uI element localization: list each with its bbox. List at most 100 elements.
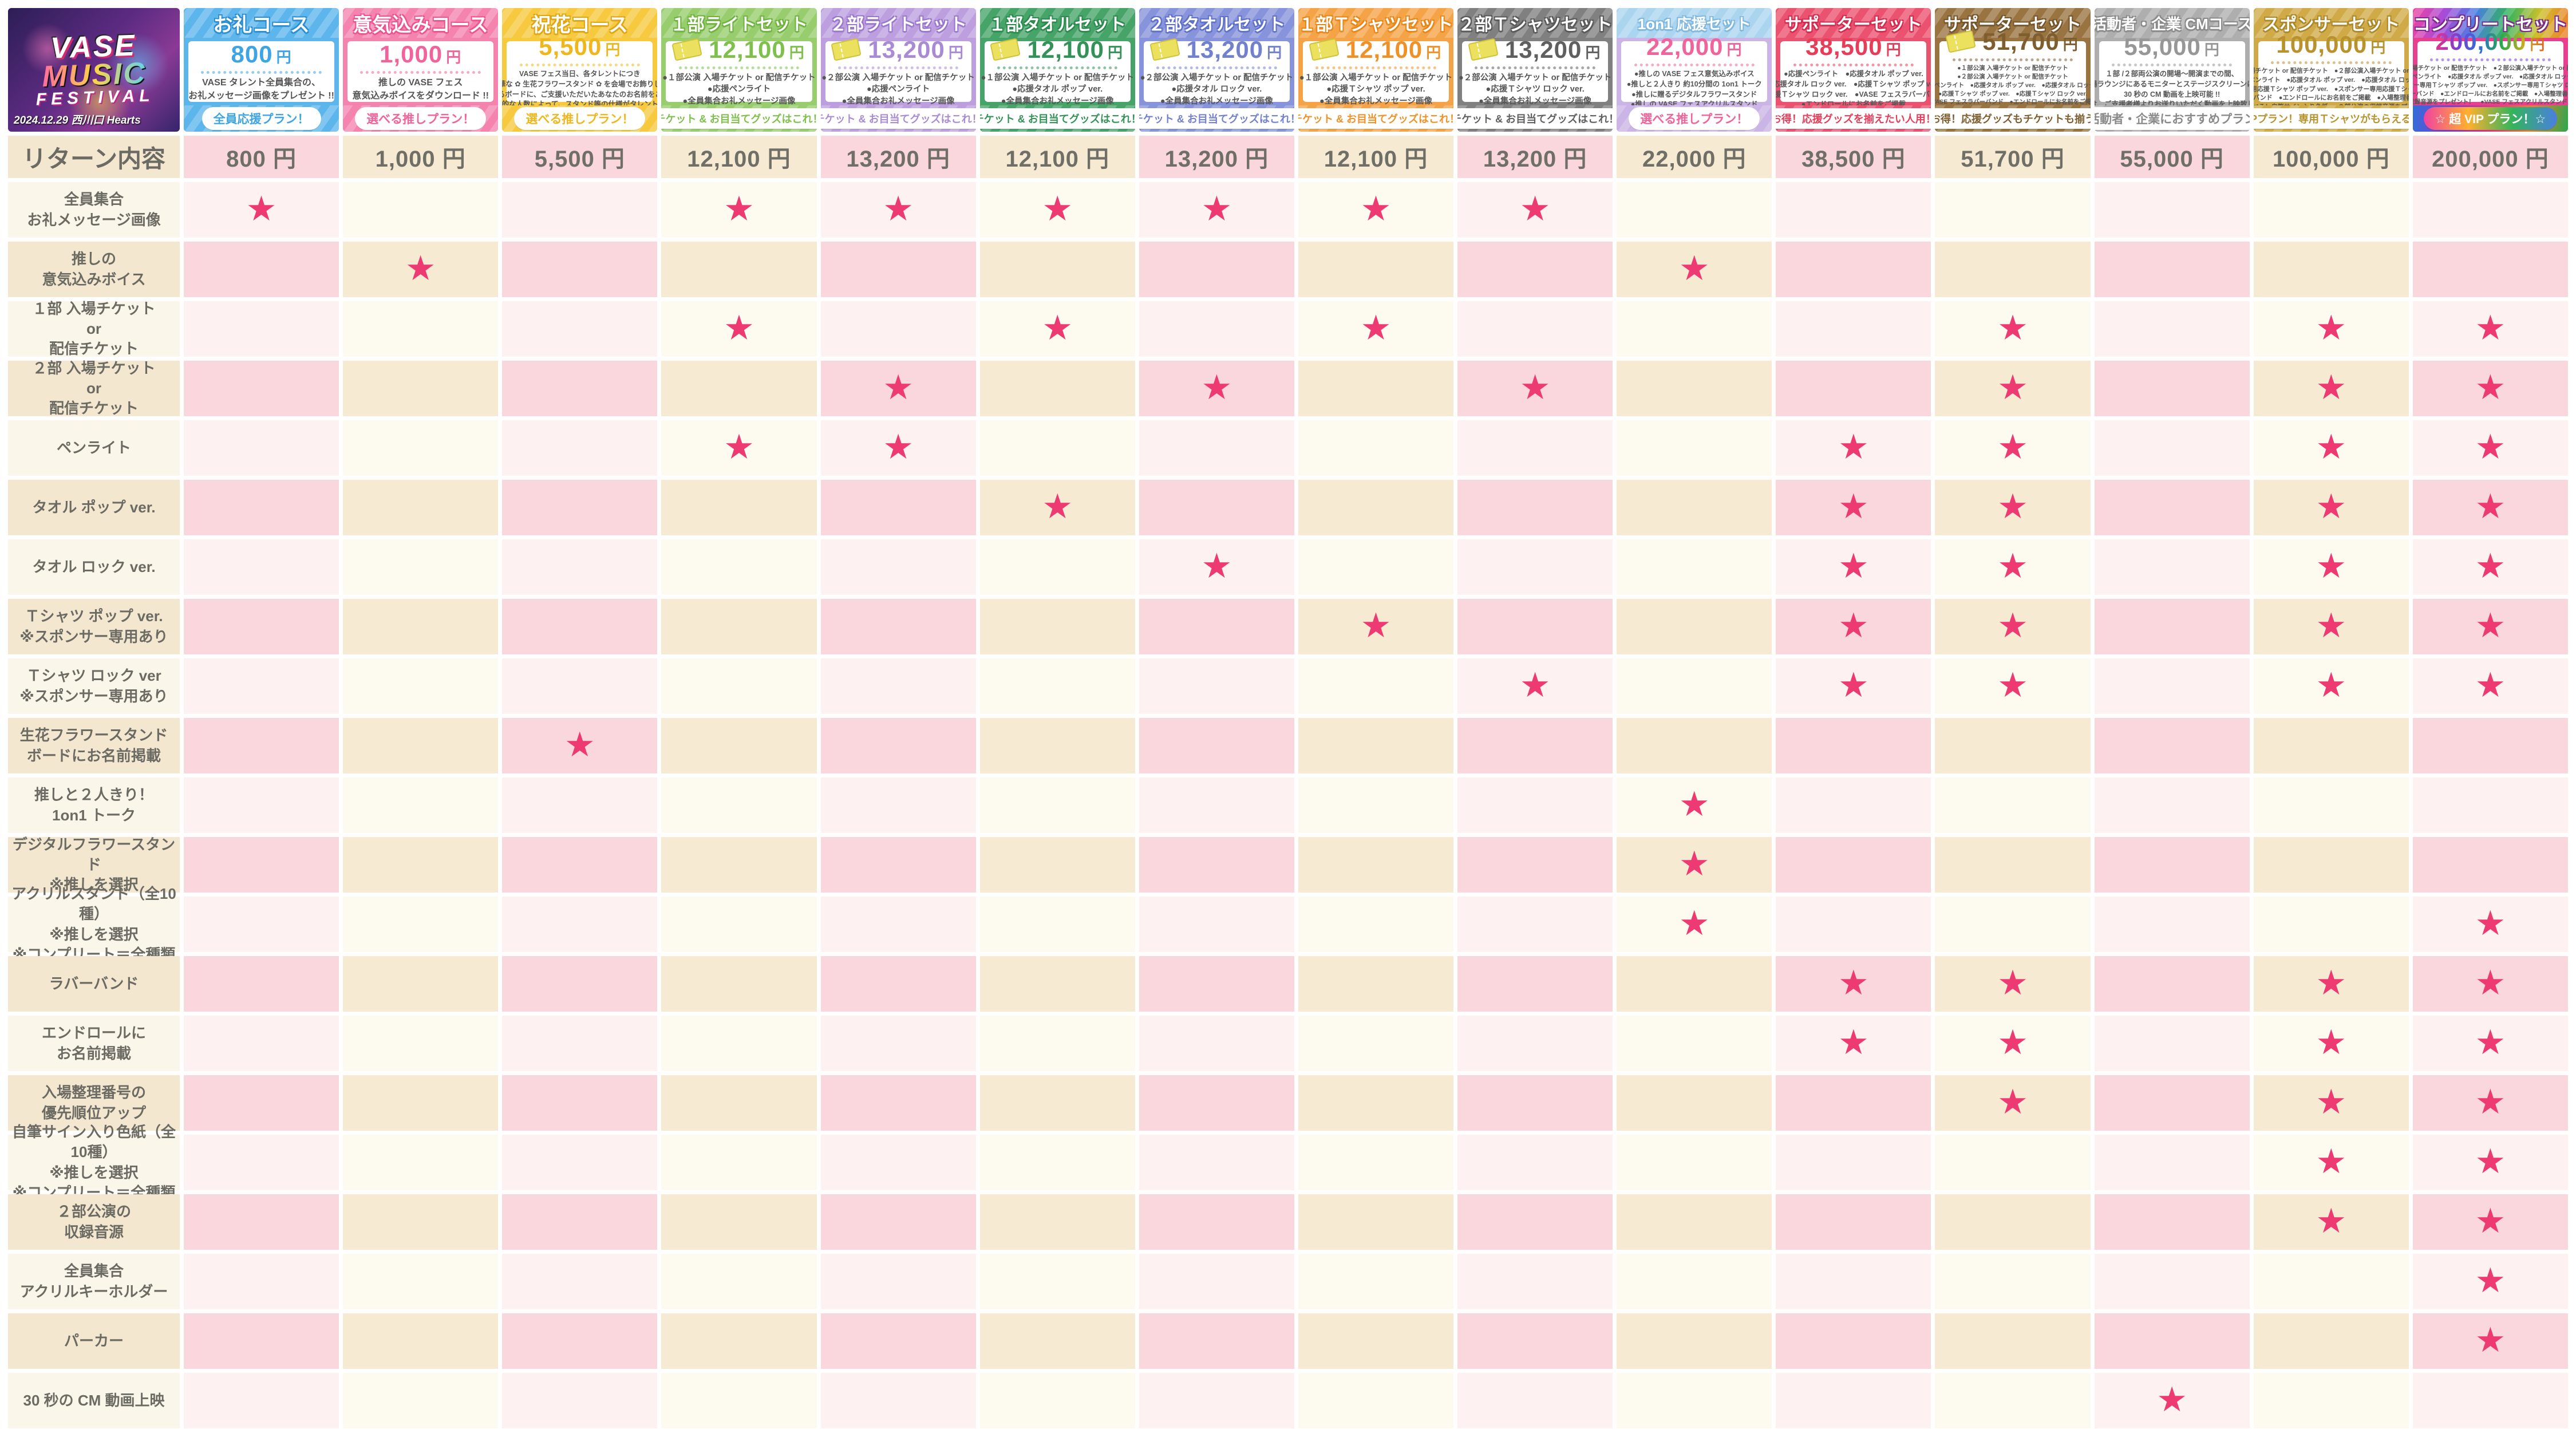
star-included-icon: ★ bbox=[1679, 251, 1710, 286]
matrix-cell bbox=[980, 420, 1135, 476]
matrix-cell bbox=[184, 599, 339, 654]
matrix-cell bbox=[502, 837, 657, 893]
plan-badge: VIPプラン！専用Ｔシャツがもらえる！ bbox=[2254, 108, 2409, 129]
matrix-cell bbox=[1776, 897, 1931, 952]
matrix-cell: ★ bbox=[1935, 599, 2090, 654]
matrix-cell: ★ bbox=[1298, 182, 1453, 238]
row-label: 全員集合 お礼メッセージ画像 bbox=[8, 182, 180, 238]
plan-price-line: 55,000円 bbox=[2124, 33, 2219, 61]
matrix-cell bbox=[1776, 361, 1931, 416]
matrix-cell bbox=[1457, 777, 1613, 833]
price-header-cell: 51,700 円 bbox=[1935, 136, 2090, 178]
matrix-cell: ★ bbox=[2254, 301, 2409, 357]
matrix-cell bbox=[1617, 480, 1772, 535]
plan-description-line: 一際豪華な ✿ 生花フラワースタンド ✿ を会場でお飾りします！ bbox=[502, 80, 657, 90]
matrix-cell bbox=[502, 242, 657, 297]
star-included-icon: ★ bbox=[1201, 549, 1232, 583]
row-label: 自筆サイン入り色紙（全10種） ※推しを選択 ※コンプリート＝全種類 bbox=[8, 1135, 180, 1190]
matrix-cell bbox=[1617, 1135, 1772, 1190]
row-label: ２部公演の 収録音源 bbox=[8, 1194, 180, 1250]
star-included-icon: ★ bbox=[2316, 1204, 2346, 1238]
plan-price-yen: 円 bbox=[2063, 36, 2079, 53]
plan-card-body: 200,000円●１部公演入場チケット or 配信チケット ●２部公演入場チケッ… bbox=[2417, 41, 2563, 102]
star-included-icon: ★ bbox=[2475, 1323, 2506, 1357]
plan-card-body: 1,000円推しの VASE フェス意気込みボイスをダウンロード !! bbox=[347, 41, 493, 102]
matrix-cell bbox=[661, 658, 816, 714]
ticket-icon bbox=[672, 38, 702, 61]
plan-price-yen: 円 bbox=[1426, 44, 1441, 61]
matrix-cell bbox=[980, 1135, 1135, 1190]
plan-badge: 選べる推しプラン！ bbox=[514, 107, 645, 130]
matrix-cell bbox=[2095, 897, 2250, 952]
plan-title-banner: 意気込みコース bbox=[343, 8, 498, 38]
plan-description-line: ●１部公演入場チケット or 配信チケット ●２部公演入場チケット or 配信チ… bbox=[2254, 67, 2409, 76]
plan-badge: チケット & お目当てグッズはこれ！ bbox=[1298, 108, 1453, 129]
matrix-cell bbox=[502, 1075, 657, 1131]
matrix-cell bbox=[343, 182, 498, 238]
row-label: タオル ロック ver. bbox=[8, 539, 180, 595]
matrix-cell bbox=[1935, 897, 2090, 952]
dotted-divider bbox=[679, 66, 799, 69]
matrix-cell: ★ bbox=[2413, 1254, 2568, 1309]
matrix-cell bbox=[343, 480, 498, 535]
star-included-icon: ★ bbox=[2475, 311, 2506, 345]
matrix-cell bbox=[1457, 1016, 1613, 1071]
dotted-divider bbox=[520, 64, 640, 66]
plan-title: ２部タオルセット bbox=[1148, 10, 1285, 35]
row-label: 推しの 意気込みボイス bbox=[8, 242, 180, 297]
matrix-cell bbox=[661, 480, 816, 535]
matrix-cell bbox=[1139, 1194, 1294, 1250]
matrix-cell: ★ bbox=[2254, 1075, 2409, 1131]
plan-description-line: ●推しと２人きり 約10分間の 1on1 トーク bbox=[1627, 80, 1762, 90]
plan-description-line: ●１部公演入場チケット or 配信チケット ●２部公演入場チケット or 配信チ… bbox=[2413, 64, 2568, 73]
plan-title-banner: ２部タオルセット bbox=[1139, 8, 1294, 38]
matrix-cell: ★ bbox=[1617, 242, 1772, 297]
row-label: タオル ポップ ver. bbox=[8, 480, 180, 535]
matrix-cell bbox=[1935, 777, 2090, 833]
matrix-cell bbox=[1298, 777, 1453, 833]
matrix-cell bbox=[1935, 1135, 2090, 1190]
row-label: ラバーバンド bbox=[8, 956, 180, 1012]
plan-card-7: ２部タオルセット13,200円●２部公演 入場チケット or 配信チケット●応援… bbox=[1139, 8, 1294, 132]
plan-title-banner: ２部ライトセット bbox=[821, 8, 976, 38]
plan-description-line: １部 /２部両公演の開場〜開演までの間、 bbox=[2095, 69, 2250, 80]
matrix-cell bbox=[502, 1313, 657, 1369]
plan-price: 55,000円 bbox=[2124, 33, 2219, 61]
matrix-cell bbox=[1617, 1075, 1772, 1131]
star-included-icon: ★ bbox=[2316, 311, 2346, 345]
plan-description-line: ●スポンサー専用応援Ｔシャツ ポップ ver. ●スポンサー専用応援Ｔシャツ ロ… bbox=[2254, 85, 2409, 94]
plan-price: 5,500円 bbox=[539, 33, 621, 61]
matrix-cell bbox=[821, 777, 976, 833]
matrix-cell bbox=[1298, 658, 1453, 714]
matrix-cell bbox=[343, 1075, 498, 1131]
matrix-cell bbox=[184, 1135, 339, 1190]
matrix-cell bbox=[2095, 658, 2250, 714]
matrix-cell: ★ bbox=[2413, 658, 2568, 714]
star-included-icon: ★ bbox=[1997, 549, 2028, 583]
matrix-cell bbox=[821, 480, 976, 535]
plan-price-yen: 円 bbox=[1726, 41, 1742, 58]
star-included-icon: ★ bbox=[1997, 1085, 2028, 1119]
matrix-cell bbox=[2254, 1373, 2409, 1428]
matrix-cell bbox=[184, 1373, 339, 1428]
star-included-icon: ★ bbox=[2316, 370, 2346, 405]
matrix-cell bbox=[821, 956, 976, 1012]
price-header-cell: 22,000 円 bbox=[1617, 136, 1772, 178]
matrix-cell bbox=[821, 599, 976, 654]
plan-price-yen: 円 bbox=[276, 49, 292, 66]
dotted-divider bbox=[1156, 66, 1277, 69]
price-header-cell: 12,100 円 bbox=[980, 136, 1135, 178]
star-included-icon: ★ bbox=[883, 370, 914, 405]
matrix-cell bbox=[1139, 658, 1294, 714]
matrix-cell: ★ bbox=[2413, 420, 2568, 476]
matrix-cell bbox=[502, 182, 657, 238]
matrix-cell bbox=[184, 242, 339, 297]
matrix-cell bbox=[2254, 897, 2409, 952]
plan-price-line: 1,000円 bbox=[380, 41, 461, 68]
plan-title-banner: お礼コース bbox=[184, 8, 339, 38]
plan-badge-strip: チケット & お目当てグッズはこれ！ bbox=[1298, 105, 1453, 132]
matrix-cell bbox=[1776, 1075, 1931, 1131]
matrix-cell bbox=[1298, 1194, 1453, 1250]
matrix-cell bbox=[1935, 1194, 2090, 1250]
plan-price-yen: 円 bbox=[605, 41, 621, 58]
